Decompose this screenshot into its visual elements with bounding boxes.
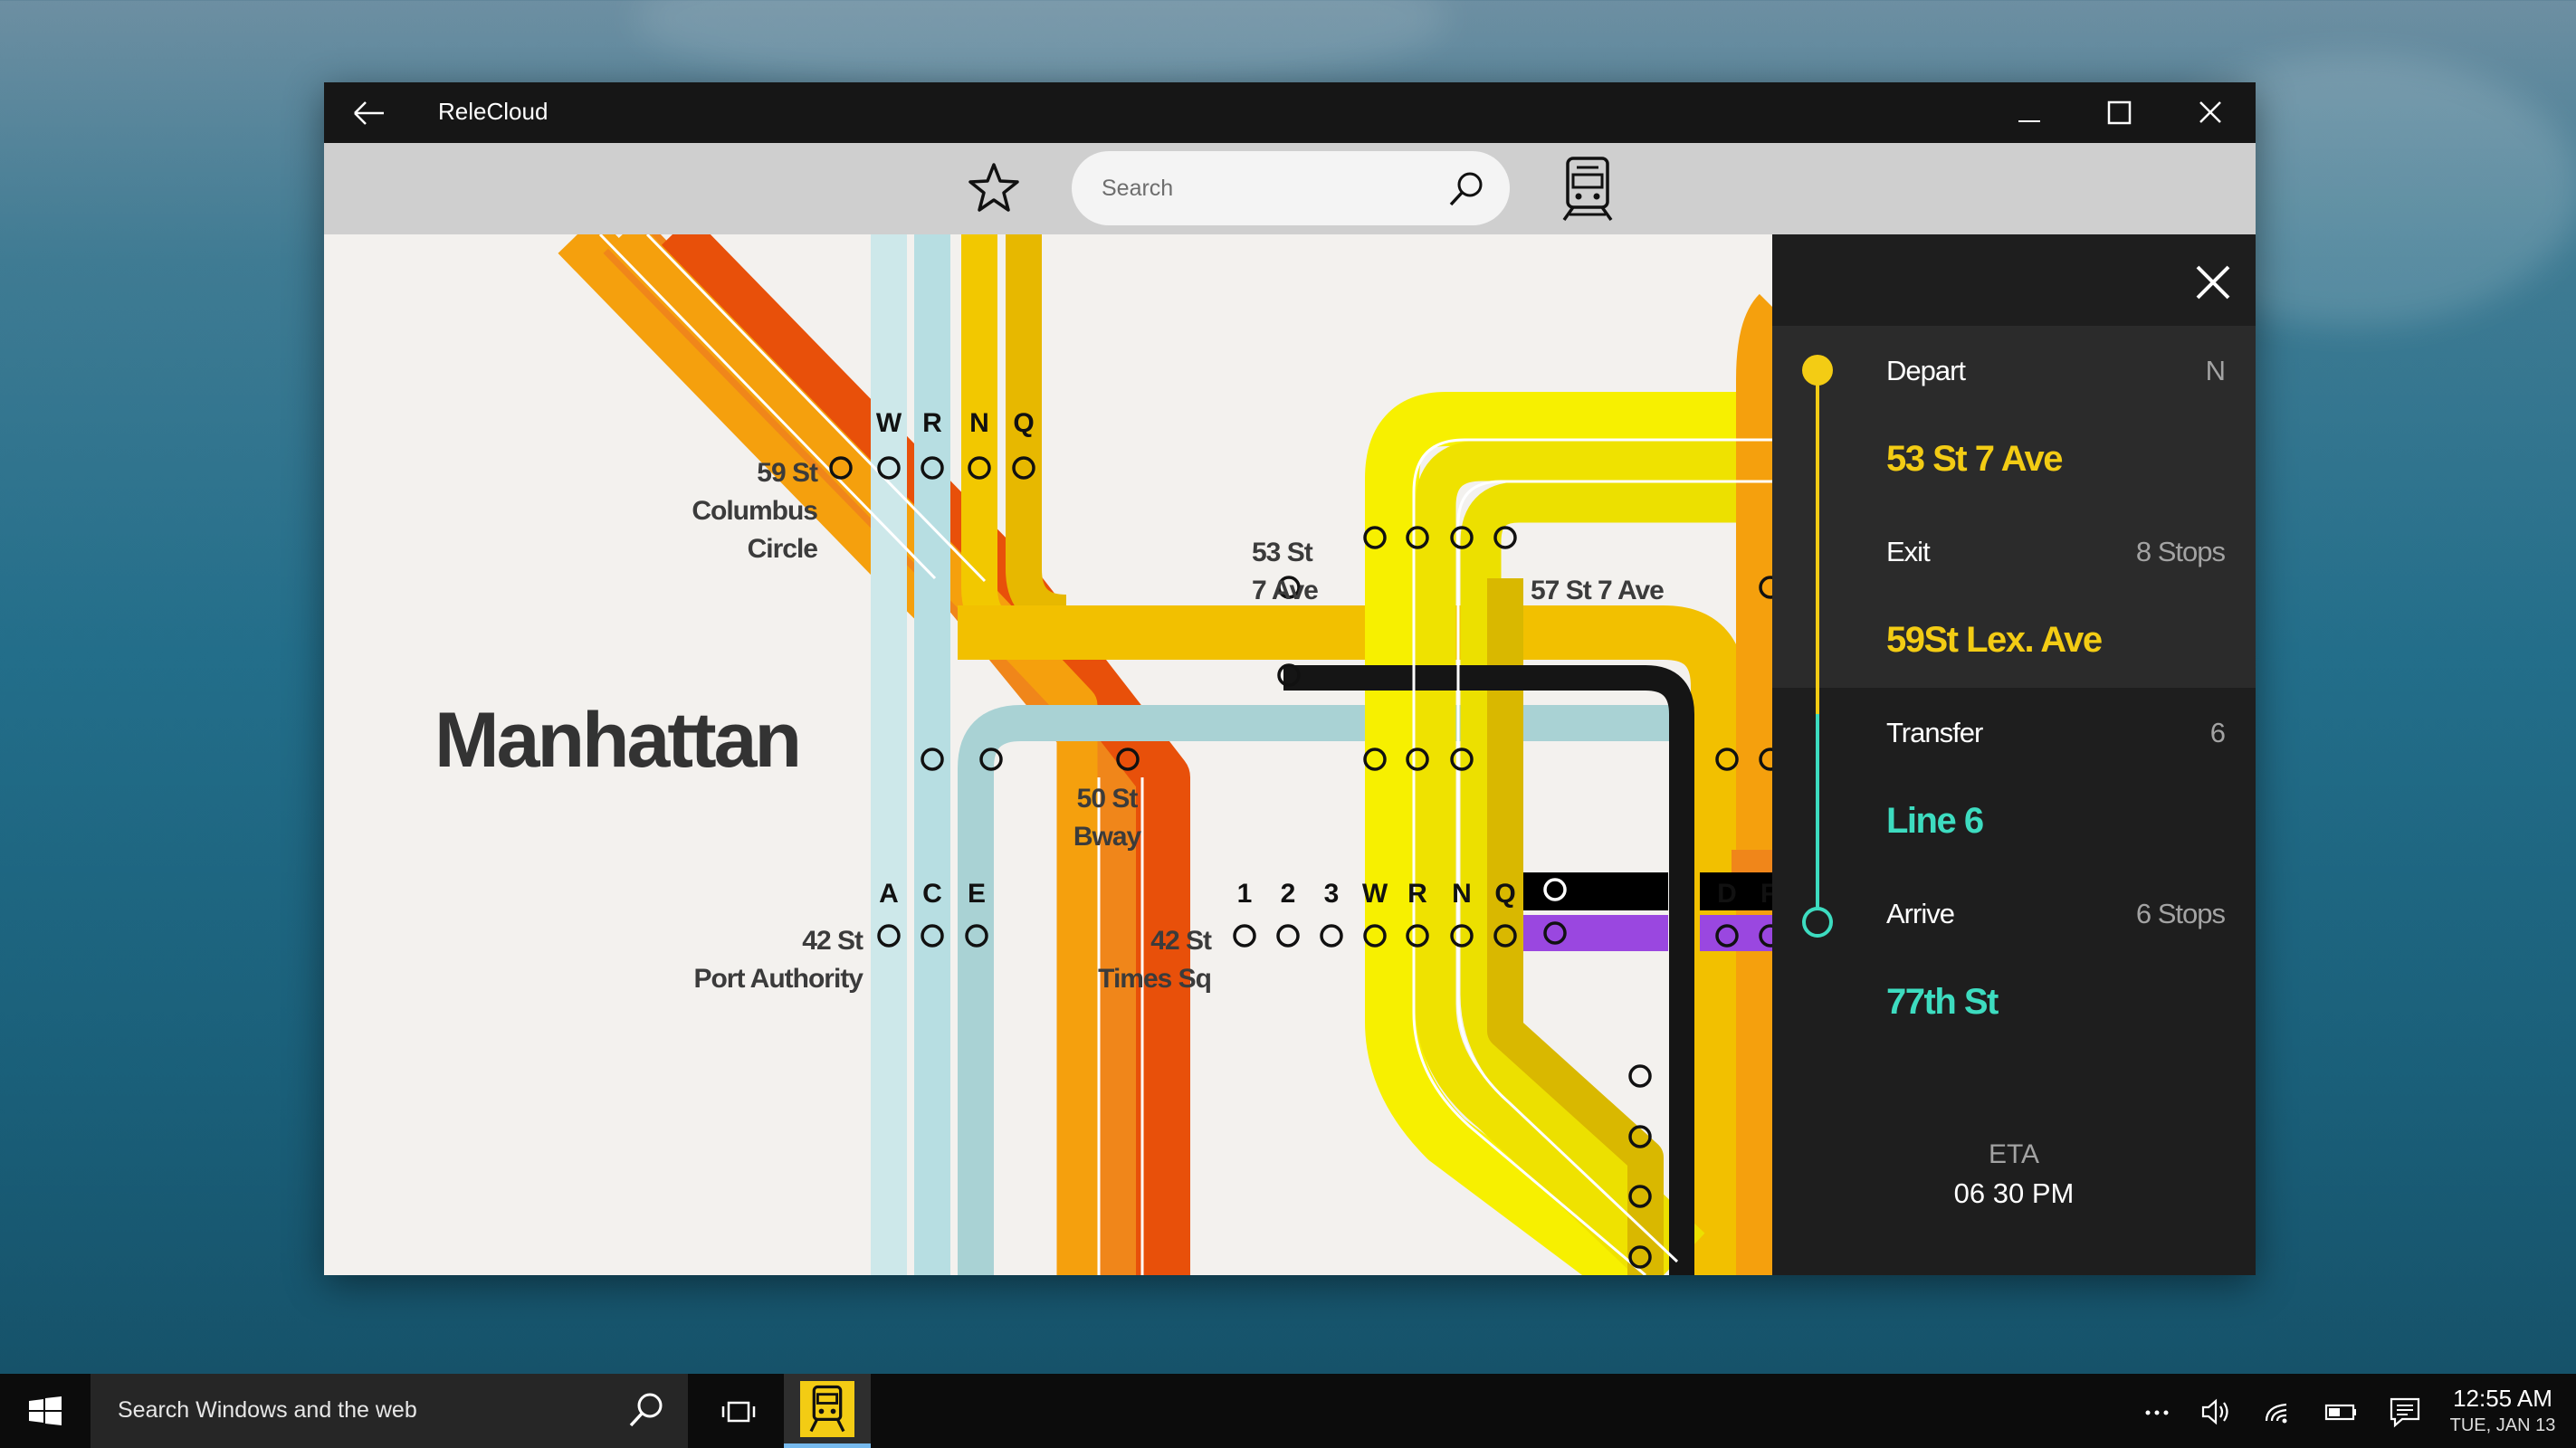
- transit-mode-button[interactable]: [1557, 155, 1618, 224]
- exit-station[interactable]: 59St Lex. Ave: [1886, 620, 2103, 661]
- line-letter: R: [1407, 879, 1427, 909]
- line-orange-right: [1736, 293, 1772, 1275]
- station-label[interactable]: 42 St: [704, 922, 863, 960]
- close-window-button[interactable]: [2165, 82, 2256, 143]
- arrive-marker: [1802, 907, 1833, 938]
- depart-line: N: [2205, 355, 2226, 386]
- taskbar: Search Windows and the web 12:55 AM TUE,…: [0, 1374, 2576, 1448]
- line-letter: 3: [1323, 879, 1340, 909]
- line-letter: D: [1717, 879, 1737, 909]
- title-bar: ReleCloud: [324, 82, 2256, 143]
- action-center-button[interactable]: [2386, 1394, 2424, 1430]
- desktop-background: [634, 0, 1448, 90]
- minimize-button[interactable]: [1984, 82, 2075, 143]
- borough-label: Manhattan: [434, 697, 802, 784]
- depart-marker: [1802, 355, 1833, 386]
- transfer-label: Transfer: [1886, 717, 1983, 748]
- station-label[interactable]: 50 St: [1053, 780, 1161, 818]
- eta-label: ETA: [1988, 1139, 2040, 1169]
- back-button[interactable]: [351, 96, 387, 130]
- line-letter: W: [1361, 879, 1388, 909]
- app-tile: [800, 1381, 854, 1437]
- task-view-button[interactable]: [720, 1394, 758, 1430]
- station-label[interactable]: Port Authority: [645, 960, 863, 998]
- line-letter: F: [1760, 879, 1772, 909]
- transfer-line-name[interactable]: Line 6: [1886, 801, 1984, 842]
- line-letter: 1: [1236, 879, 1253, 909]
- transfer-line: 6: [2209, 717, 2226, 748]
- line-letter: W: [875, 408, 902, 438]
- station-label[interactable]: Times Sq: [1048, 960, 1212, 998]
- close-icon: [2199, 101, 2221, 123]
- line-letter: E: [967, 879, 986, 909]
- start-button[interactable]: [0, 1374, 91, 1448]
- station-label[interactable]: Columbus: [659, 492, 818, 530]
- line-letter: 2: [1280, 879, 1296, 909]
- close-panel-button[interactable]: [2190, 260, 2236, 305]
- station-label[interactable]: 42 St: [1066, 922, 1212, 960]
- route-panel: Depart N 53 St 7 Ave Exit 8 Stops 59St L…: [1772, 234, 2256, 1275]
- line-letter: A: [879, 879, 899, 909]
- clock-time: 12:55 AM: [2453, 1385, 2552, 1412]
- star-icon: [968, 163, 1019, 212]
- line-letter: C: [922, 879, 942, 909]
- relecloud-taskbar-button[interactable]: [784, 1374, 871, 1448]
- taskbar-search-box[interactable]: Search Windows and the web: [91, 1374, 688, 1448]
- exit-stops: 8 Stops: [2135, 536, 2226, 567]
- close-icon: [2196, 265, 2230, 300]
- train-icon: [1562, 157, 1613, 222]
- minimize-icon: [2018, 120, 2040, 122]
- exit-label: Exit: [1886, 536, 1931, 567]
- speaker-icon: [2201, 1398, 2228, 1425]
- station-label[interactable]: 59 St: [727, 454, 818, 492]
- clock-date: TUE, JAN 13: [2449, 1415, 2556, 1435]
- train-icon: [809, 1385, 845, 1433]
- depart-station[interactable]: 53 St 7 Ave: [1886, 439, 2064, 480]
- task-view-icon: [721, 1401, 756, 1423]
- clock[interactable]: 12:55 AM TUE, JAN 13: [2444, 1383, 2562, 1437]
- windows-logo-icon: [29, 1396, 62, 1425]
- ellipsis-icon: [2145, 1410, 2169, 1415]
- back-arrow-icon: [354, 101, 384, 125]
- window-title: ReleCloud: [438, 98, 549, 125]
- route-timeline: [1802, 355, 1833, 938]
- network-button[interactable]: [2259, 1394, 2297, 1430]
- eta-value: 06 30 PM: [1953, 1177, 2075, 1209]
- app-window: ReleCloud Search 59 St Columbus Circle 5…: [324, 82, 2256, 1275]
- arrive-label: Arrive: [1886, 898, 1955, 929]
- search-input[interactable]: [1102, 173, 1427, 204]
- subway-map[interactable]: 59 St Columbus Circle 53 St 7 Ave 57 St …: [324, 234, 1772, 1275]
- show-hidden-icons-button[interactable]: [2138, 1394, 2176, 1430]
- search-icon: [629, 1393, 663, 1427]
- wifi-icon: [2265, 1403, 2287, 1424]
- arrive-station[interactable]: 77th St: [1886, 982, 1999, 1023]
- battery-icon: [2324, 1404, 2356, 1421]
- station-label[interactable]: Circle: [659, 530, 818, 568]
- line-letter: N: [1452, 879, 1472, 909]
- line-letter: Q: [1013, 408, 1035, 438]
- taskbar-search-text: Search Windows and the web: [118, 1397, 417, 1423]
- station-label[interactable]: 57 St 7 Ave: [1531, 572, 1665, 610]
- volume-button[interactable]: [2198, 1394, 2236, 1430]
- line-letter: R: [922, 408, 942, 438]
- notification-icon: [2390, 1397, 2420, 1428]
- maximize-icon: [2107, 100, 2132, 125]
- line-letter: N: [969, 408, 989, 438]
- battery-button[interactable]: [2323, 1394, 2361, 1430]
- active-indicator: [784, 1443, 871, 1448]
- arrive-stops: 6 Stops: [2135, 898, 2226, 929]
- station-label[interactable]: 7 Ave: [1252, 572, 1319, 610]
- toolbar: [324, 143, 2256, 234]
- line-letter: Q: [1494, 879, 1516, 909]
- station-label[interactable]: 53 St: [1252, 534, 1313, 572]
- station-label[interactable]: Bway: [1053, 818, 1161, 856]
- favorites-button[interactable]: [967, 161, 1021, 215]
- maximize-button[interactable]: [2075, 82, 2165, 143]
- search-icon: [1449, 172, 1483, 206]
- search-button[interactable]: [1446, 169, 1486, 209]
- depart-label: Depart: [1886, 355, 1966, 386]
- search-box: [1072, 151, 1510, 225]
